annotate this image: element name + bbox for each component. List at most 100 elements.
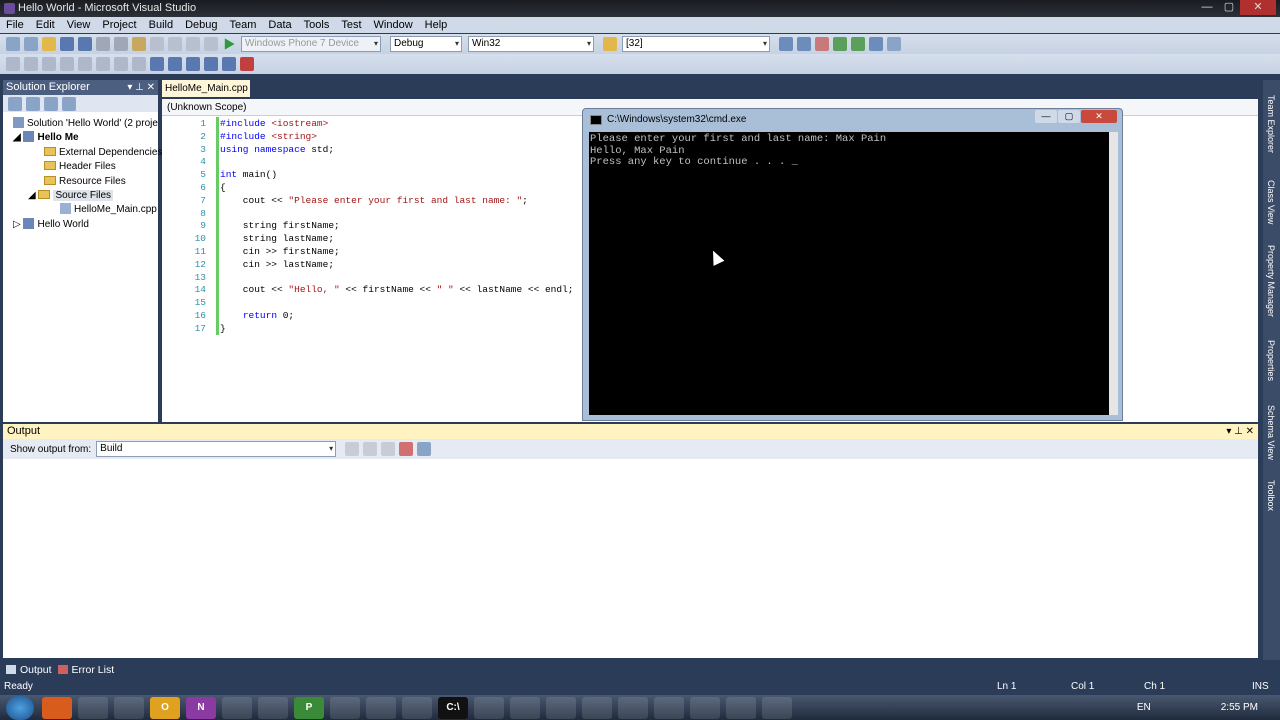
redo-icon[interactable] (168, 37, 182, 51)
menu-debug[interactable]: Debug (179, 17, 223, 33)
cmd-title-bar[interactable]: C:\Windows\system32\cmd.exe — ▢ ✕ (583, 109, 1122, 131)
extension-manager-icon[interactable] (851, 37, 865, 51)
toolbox-icon[interactable] (833, 37, 847, 51)
tree-resource-files[interactable]: Resource Files (44, 175, 126, 188)
taskbar-app-onenote[interactable]: N (186, 696, 216, 719)
previous-bookmark-folder-icon[interactable] (204, 57, 218, 71)
start-page-icon[interactable] (869, 37, 883, 51)
tree-hellome-main-cpp[interactable]: HelloMe_Main.cpp (60, 203, 157, 216)
tab-schema-view[interactable]: Schema View (1266, 405, 1276, 460)
tab-property-manager[interactable]: Property Manager (1266, 245, 1276, 317)
menu-data[interactable]: Data (262, 17, 297, 33)
tab-properties[interactable]: Properties (1266, 340, 1276, 381)
tab-team-explorer[interactable]: Team Explorer (1266, 95, 1276, 153)
decrease-indent-icon[interactable] (78, 57, 92, 71)
clear-all-icon[interactable] (399, 442, 414, 456)
cut-icon[interactable] (96, 37, 110, 51)
save-icon[interactable] (60, 37, 74, 51)
taskbar-app-8[interactable] (330, 696, 360, 719)
increase-indent-icon[interactable] (96, 57, 110, 71)
language-indicator[interactable]: EN (1137, 702, 1151, 713)
configuration-select[interactable]: Debug ▾ (390, 36, 462, 52)
taskbar-app-16[interactable] (618, 696, 648, 719)
taskbar-app-firefox[interactable] (42, 696, 72, 719)
clear-bookmarks-icon[interactable] (240, 57, 254, 71)
previous-bookmark-icon[interactable] (168, 57, 182, 71)
next-bookmark-icon[interactable] (186, 57, 200, 71)
cmd-scrollbar[interactable] (1109, 132, 1118, 415)
menu-edit[interactable]: Edit (30, 17, 61, 33)
tree-header-files[interactable]: Header Files (44, 160, 116, 173)
menu-build[interactable]: Build (143, 17, 179, 33)
taskbar-app-19[interactable] (726, 696, 756, 719)
tab-class-view[interactable]: Class View (1266, 180, 1276, 224)
taskbar-app-2[interactable] (114, 696, 144, 719)
clock[interactable]: 2:55 PM (1221, 702, 1258, 713)
menu-window[interactable]: Window (368, 17, 419, 33)
show-all-files-icon[interactable] (26, 96, 40, 111)
panel-controls[interactable]: ▾ ⊥ ✕ (127, 80, 155, 95)
menu-help[interactable]: Help (419, 17, 454, 33)
taskbar-app-publisher[interactable]: P (294, 696, 324, 719)
start-debugging-icon[interactable] (224, 38, 235, 50)
navigate-back-icon[interactable] (186, 37, 200, 51)
taskbar-app-cmd[interactable]: C:\ (438, 696, 468, 719)
comment-icon[interactable] (114, 57, 128, 71)
list-members-icon[interactable] (6, 57, 20, 71)
taskbar-app-13[interactable] (510, 696, 540, 719)
taskbar-app-6[interactable] (258, 696, 288, 719)
save-all-icon[interactable] (78, 37, 92, 51)
properties-icon[interactable] (8, 96, 22, 111)
tab-output[interactable]: Output (6, 664, 52, 676)
taskbar-app-9[interactable] (366, 696, 396, 719)
tree-source-files[interactable]: ◢ Source Files (28, 189, 114, 202)
find-in-files-icon[interactable] (603, 37, 617, 51)
cmd-console-output[interactable]: Please enter your first and last name: M… (589, 132, 1109, 415)
menu-view[interactable]: View (61, 17, 97, 33)
complete-word-icon[interactable] (60, 57, 74, 71)
menu-tools[interactable]: Tools (298, 17, 336, 33)
previous-message-icon[interactable] (363, 442, 378, 456)
navigate-forward-icon[interactable] (204, 37, 218, 51)
tree-solution[interactable]: Solution 'Hello World' (2 proje (13, 117, 158, 130)
maximize-button[interactable]: ▢ (1218, 0, 1240, 15)
taskbar-app-20[interactable] (762, 696, 792, 719)
paste-icon[interactable] (132, 37, 146, 51)
panel-controls[interactable]: ▾ ⊥ ✕ (1226, 424, 1254, 439)
cmd-window[interactable]: C:\Windows\system32\cmd.exe — ▢ ✕ Please… (582, 108, 1123, 421)
new-project-icon[interactable] (6, 37, 20, 51)
cmd-maximize-button[interactable]: ▢ (1058, 110, 1080, 123)
next-bookmark-folder-icon[interactable] (222, 57, 236, 71)
taskbar-app-14[interactable] (546, 696, 576, 719)
menu-project[interactable]: Project (96, 17, 142, 33)
open-file-icon[interactable] (42, 37, 56, 51)
toggle-bookmark-icon[interactable] (150, 57, 164, 71)
menu-file[interactable]: File (0, 17, 30, 33)
uncomment-icon[interactable] (132, 57, 146, 71)
solution-explorer-icon[interactable] (779, 37, 793, 51)
taskbar-app-5[interactable] (222, 696, 252, 719)
taskbar-app-18[interactable] (690, 696, 720, 719)
undo-icon[interactable] (150, 37, 164, 51)
word-wrap-icon[interactable] (417, 442, 432, 456)
taskbar-app-explorer[interactable] (78, 696, 108, 719)
editor-tab-hellome-main[interactable]: HelloMe_Main.cpp (162, 80, 250, 97)
device-select[interactable]: Windows Phone 7 Device ▾ (241, 36, 381, 52)
next-message-icon[interactable] (381, 442, 396, 456)
more-options-icon[interactable] (887, 37, 901, 51)
taskbar-app-outlook[interactable]: O (150, 696, 180, 719)
cmd-close-button[interactable]: ✕ (1081, 110, 1117, 123)
tree-external-dependencies[interactable]: External Dependencies (44, 146, 162, 159)
taskbar-app-15[interactable] (582, 696, 612, 719)
view-class-diagram-icon[interactable] (62, 96, 76, 111)
platform-select[interactable]: Win32 ▾ (468, 36, 594, 52)
quick-info-icon[interactable] (42, 57, 56, 71)
start-button[interactable] (6, 695, 34, 720)
find-combo[interactable]: [32] ▾ (622, 36, 770, 52)
taskbar-app-12[interactable] (474, 696, 504, 719)
properties-icon[interactable] (797, 37, 811, 51)
parameter-info-icon[interactable] (24, 57, 38, 71)
add-item-icon[interactable] (24, 37, 38, 51)
copy-icon[interactable] (114, 37, 128, 51)
minimize-button[interactable]: — (1196, 0, 1218, 15)
